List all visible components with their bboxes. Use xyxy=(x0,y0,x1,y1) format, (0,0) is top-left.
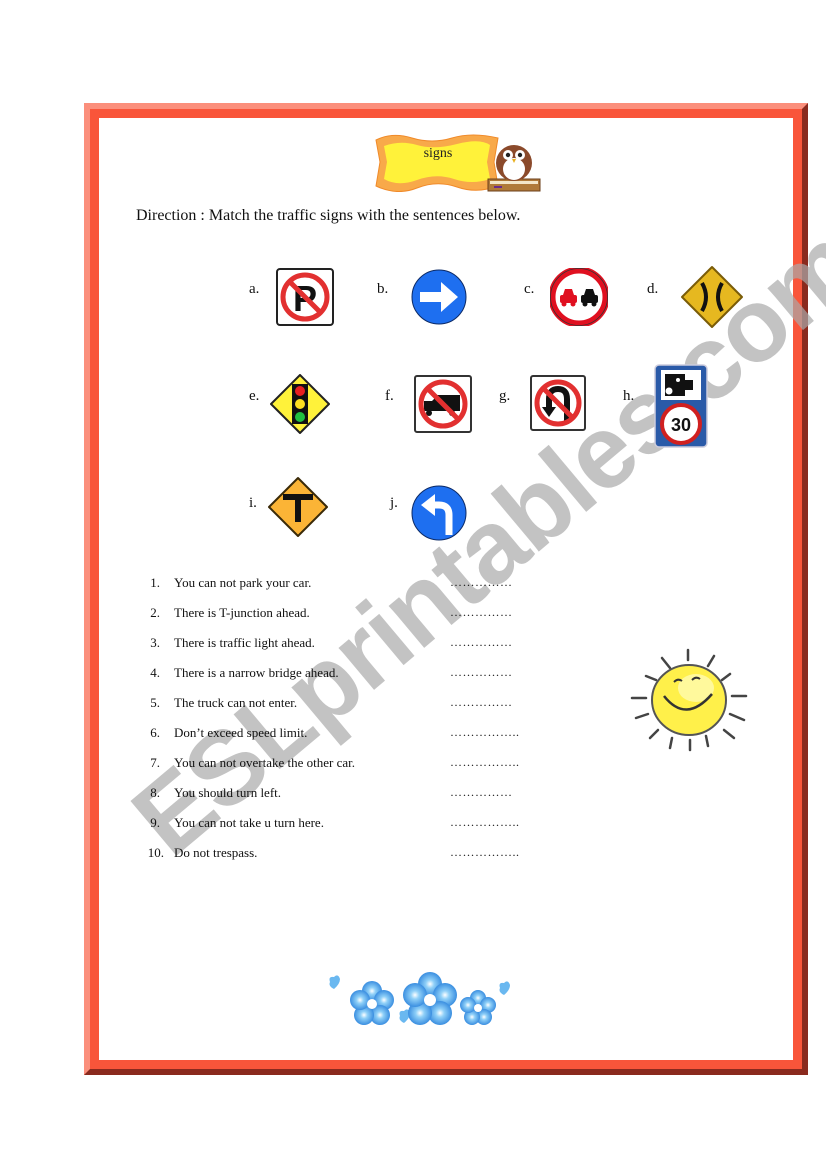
direction-text: Direction : Match the traffic signs with… xyxy=(136,207,521,224)
sign-label-j: j. xyxy=(390,495,398,511)
question-number: 3. xyxy=(150,635,160,650)
question-number: 6. xyxy=(150,725,160,740)
sign-label-b: b. xyxy=(377,281,389,297)
answer-blank[interactable]: …………… xyxy=(450,575,513,590)
answer-blank[interactable]: …………….. xyxy=(450,725,520,740)
no-overtaking-sign-icon xyxy=(550,268,608,326)
answer-blank[interactable]: …………… xyxy=(450,695,513,710)
question-number: 9. xyxy=(150,815,160,830)
sign-label-d: d. xyxy=(647,281,659,297)
question-number: 1. xyxy=(150,575,160,590)
blue-flowers-icon xyxy=(329,972,510,1025)
question-text: You can not overtake the other car. xyxy=(174,755,355,770)
sign-label-i: i. xyxy=(249,495,257,511)
question-text: You should turn left. xyxy=(174,785,282,800)
question-text: There is a narrow bridge ahead. xyxy=(174,665,339,680)
question-text: The truck can not enter. xyxy=(174,695,298,710)
no-u-turn-sign-icon xyxy=(530,375,586,431)
sign-label-a: a. xyxy=(249,281,260,297)
question-text: There is T-junction ahead. xyxy=(174,605,310,620)
question-number: 2. xyxy=(150,605,160,620)
answer-blank[interactable]: …………… xyxy=(450,605,513,620)
question-text: Do not trespass. xyxy=(174,845,258,860)
sign-label-f: f. xyxy=(385,388,394,404)
question-text: Don’t exceed speed limit. xyxy=(174,725,308,740)
sign-label-c: c. xyxy=(524,281,535,297)
traffic-light-ahead-sign-icon xyxy=(270,374,330,434)
question-number: 5. xyxy=(150,695,160,710)
answer-blank[interactable]: …………… xyxy=(450,635,513,650)
no-trucks-sign-icon xyxy=(414,375,472,433)
sign-label-h: h. xyxy=(623,388,635,404)
worksheet-title: signs xyxy=(423,146,453,161)
answer-blank[interactable]: …………….. xyxy=(450,845,520,860)
answer-blank[interactable]: …………… xyxy=(450,785,513,800)
answer-blank[interactable]: …………….. xyxy=(450,755,520,770)
answer-blank[interactable]: …………….. xyxy=(450,815,520,830)
title-banner-icon xyxy=(375,134,499,192)
answer-blank[interactable]: …………… xyxy=(450,665,513,680)
question-text: You can not park your car. xyxy=(174,575,312,590)
sign-label-e: e. xyxy=(249,388,260,404)
smiling-sun-icon xyxy=(630,648,748,752)
question-number: 8. xyxy=(150,785,160,800)
no-parking-sign-icon: P xyxy=(276,268,334,326)
question-number: 4. xyxy=(150,665,160,680)
turn-right-arrow-sign-icon xyxy=(411,269,467,325)
turn-left-arrow-sign-icon xyxy=(411,485,467,541)
sign-label-g: g. xyxy=(499,388,511,404)
t-junction-sign-icon xyxy=(268,477,328,537)
owl-on-book-icon xyxy=(487,145,541,192)
narrow-bridge-sign-icon xyxy=(681,266,743,328)
question-text: You can not take u turn here. xyxy=(174,815,324,830)
question-text: There is traffic light ahead. xyxy=(174,635,315,650)
question-number: 7. xyxy=(150,755,160,770)
speed-camera-30-sign-icon: 30 xyxy=(654,364,708,448)
speed-limit-value: 30 xyxy=(671,415,691,435)
question-number: 10. xyxy=(147,845,164,860)
